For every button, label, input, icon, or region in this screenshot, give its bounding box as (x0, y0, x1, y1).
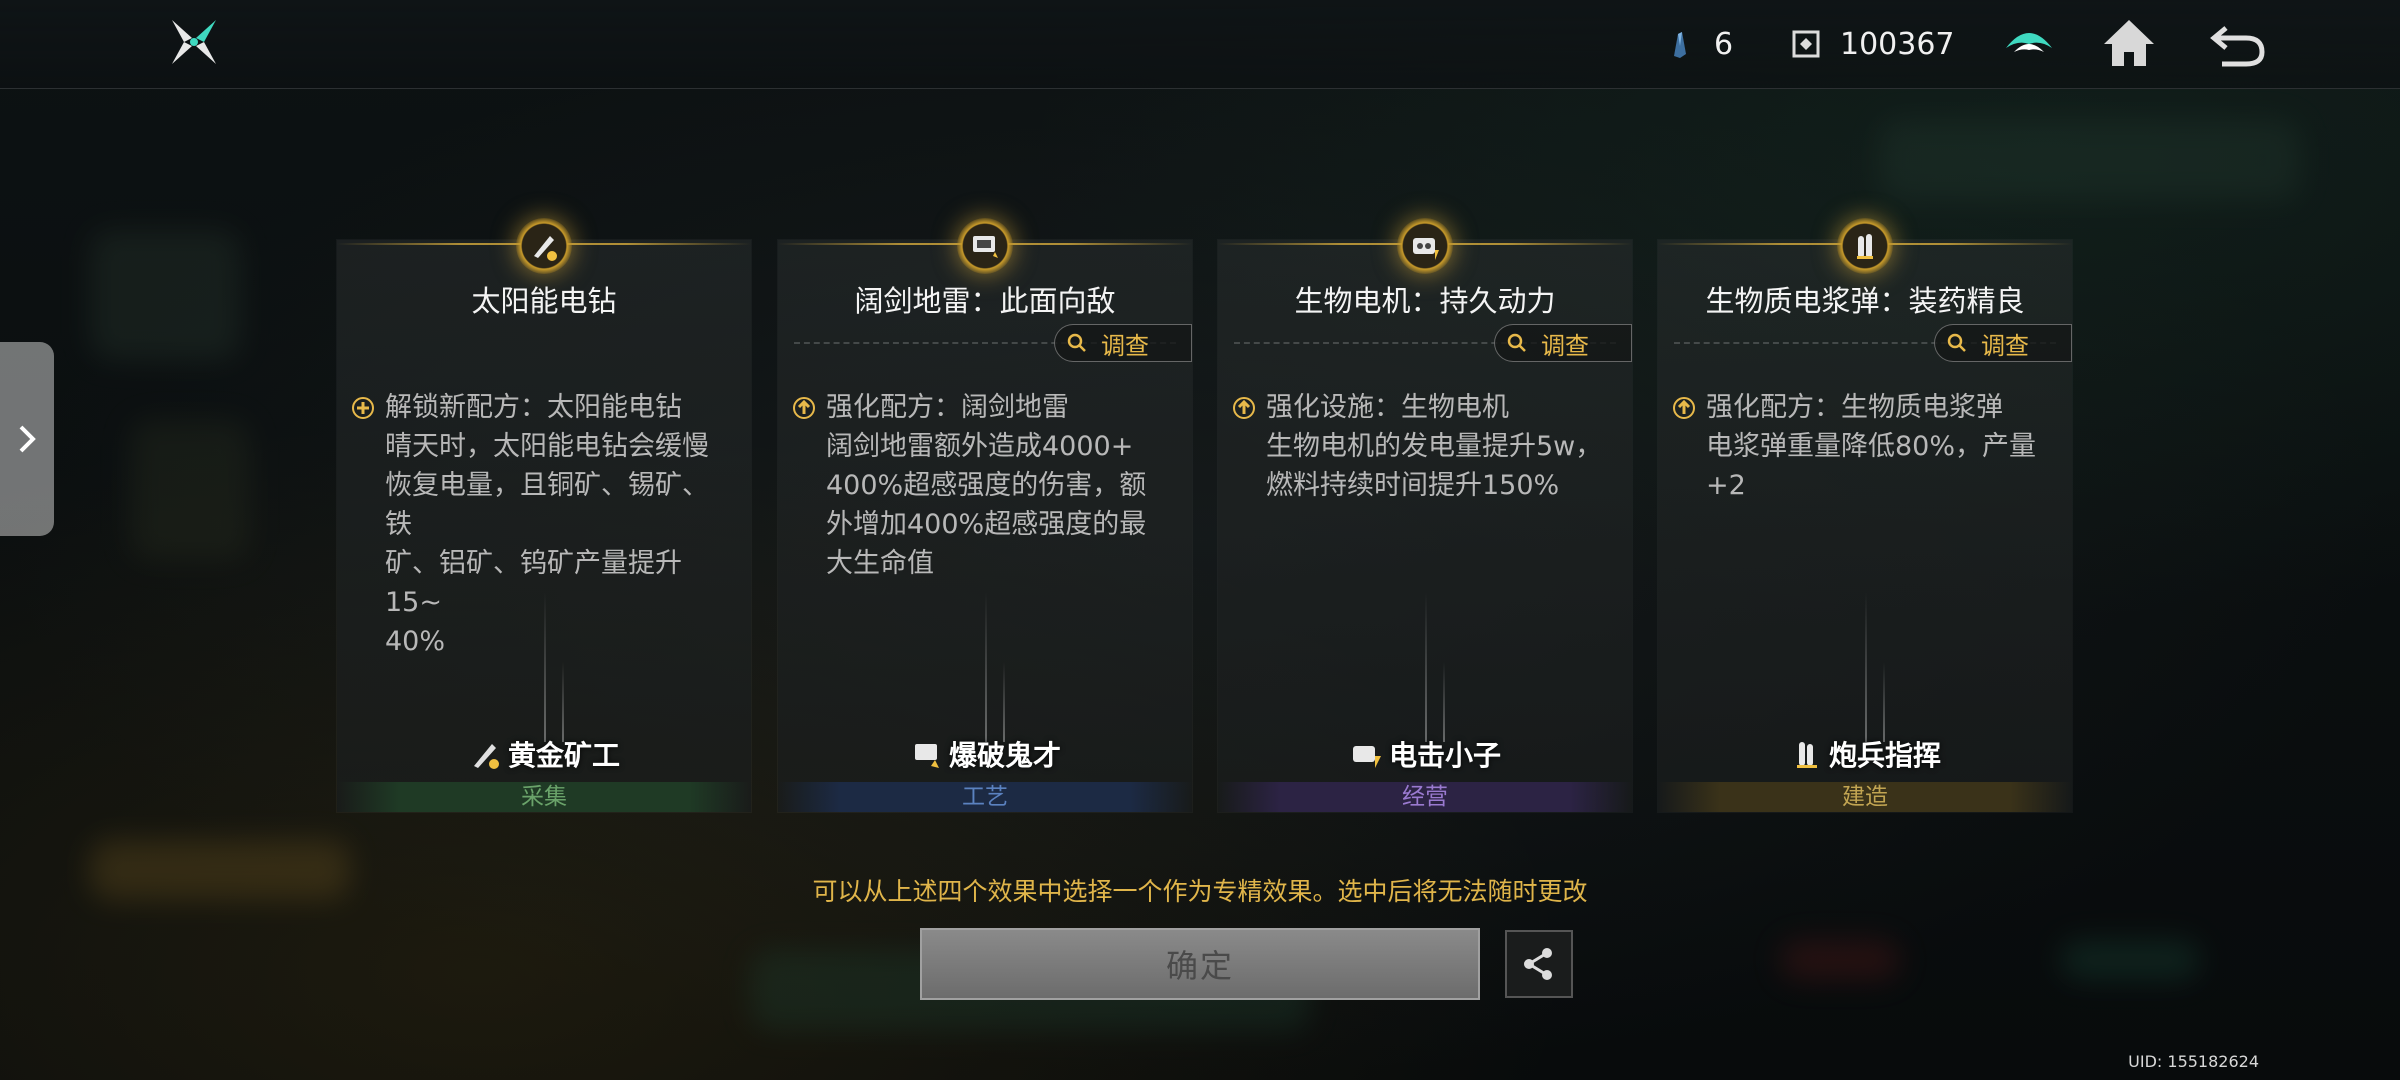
upgrade-arrow-icon (1233, 397, 1255, 419)
category-tag: 工艺 (778, 782, 1192, 812)
card-badge (957, 218, 1013, 274)
selection-notice: 可以从上述四个效果中选择一个作为专精效果。选中后将无法随时更改 (812, 877, 1588, 906)
card-effect: 解锁新配方：太阳能电钻 晴天时，太阳能电钻会缓慢 恢复电量，且铜矿、锡矿、铁 矿… (351, 388, 735, 661)
effect-card-2[interactable]: 阔剑地雷：此面向敌 调查 强化配方：阔剑地雷 阔剑地雷额外造成4000+ 400… (778, 218, 1192, 812)
hero-name: 爆破鬼才 (948, 739, 1061, 772)
confirm-button[interactable]: 确定 (920, 928, 1480, 1000)
resource-chip-value: 100367 (1840, 26, 1955, 62)
resource-crystal[interactable]: 6 (1664, 22, 1733, 66)
probe-label: 调查 (1541, 331, 1589, 360)
bio-generator-icon (1413, 238, 1439, 260)
category-tag: 建造 (1658, 782, 2072, 812)
hero-name: 黄金矿工 (507, 739, 620, 772)
hero-name: 电击小子 (1388, 739, 1501, 772)
light-beam (1883, 662, 1885, 742)
probe-button[interactable]: 调查 (1494, 324, 1632, 362)
light-beam (1865, 592, 1867, 742)
hero-label: 黄金矿工 (337, 734, 751, 774)
light-beam (562, 662, 564, 742)
search-icon (1507, 333, 1526, 352)
light-beam (1443, 662, 1445, 742)
share-button[interactable] (1505, 930, 1573, 998)
top-bar: 6 100367 (0, 0, 2400, 89)
card-badge (1397, 218, 1453, 274)
user-id: UID: 155182624 (2128, 1052, 2259, 1071)
gear-chip-icon (1792, 30, 1820, 58)
hero-label: 炮兵指挥 (1658, 734, 2072, 774)
effect-card-3[interactable]: 生物电机：持久动力 调查 强化设施：生物电机 生物电机的发电量提升5w， 燃料持… (1218, 218, 1632, 812)
hero-name: 炮兵指挥 (1828, 739, 1941, 772)
gold-miner-icon (473, 744, 499, 769)
probe-label: 调查 (1981, 331, 2029, 360)
light-beam (985, 592, 987, 742)
card-badge (1837, 218, 1893, 274)
light-beam (544, 592, 546, 742)
unlock-plus-icon (352, 397, 374, 419)
upgrade-arrow-icon (1673, 397, 1695, 419)
light-beam (1003, 662, 1005, 742)
card-effect-text: 强化设施：生物电机 生物电机的发电量提升5w， 燃料持续时间提升150% (1266, 392, 1603, 501)
hero-label: 爆破鬼才 (778, 734, 1192, 774)
probe-button[interactable]: 调查 (1054, 324, 1192, 362)
demolition-expert-icon (914, 744, 939, 768)
effect-card-4[interactable]: 生物质电浆弹：装药精良 调查 强化配方：生物质电浆弹 电浆弹重量降低80%，产量… (1658, 218, 2072, 812)
share-icon (1524, 948, 1552, 980)
resource-chip[interactable]: 100367 (1790, 22, 1955, 66)
shock-kid-icon (1352, 746, 1381, 768)
card-title: 阔剑地雷：此面向敌 (854, 284, 1116, 318)
crystal-icon (1674, 32, 1686, 58)
back-icon[interactable] (2208, 14, 2266, 72)
card-effect-text: 强化配方：生物质电浆弹 电浆弹重量降低80%，产量 +2 (1706, 392, 2037, 501)
leaderboard-icon[interactable] (2000, 14, 2058, 72)
claymore-mine-icon (973, 236, 998, 258)
category-tag: 经营 (1218, 782, 1632, 812)
hero-label: 电击小子 (1218, 734, 1632, 774)
home-icon[interactable] (2100, 14, 2158, 72)
solar-drill-icon (534, 236, 557, 261)
card-effect: 强化配方：阔剑地雷 阔剑地雷额外造成4000+ 400%超感强度的伤害，额 外增… (792, 388, 1176, 583)
card-effect-text: 解锁新配方：太阳能电钻 晴天时，太阳能电钻会缓慢 恢复电量，且铜矿、锡矿、铁 矿… (385, 392, 709, 657)
search-icon (1947, 333, 1966, 352)
probe-button[interactable]: 调查 (1934, 324, 2072, 362)
card-effect: 强化设施：生物电机 生物电机的发电量提升5w， 燃料持续时间提升150% (1232, 388, 1616, 505)
plasma-shell-icon (1857, 234, 1873, 259)
logo-icon (172, 20, 216, 64)
card-title: 生物电机：持久动力 (1294, 284, 1556, 318)
artillery-commander-icon (1796, 742, 1817, 768)
category-tag: 采集 (337, 782, 751, 812)
card-title: 太阳能电钻 (471, 284, 617, 318)
upgrade-arrow-icon (793, 397, 815, 419)
light-beam (1425, 592, 1427, 742)
card-effect-text: 强化配方：阔剑地雷 阔剑地雷额外造成4000+ 400%超感强度的伤害，额 外增… (826, 392, 1147, 579)
probe-label: 调查 (1101, 331, 1149, 360)
resource-crystal-value: 6 (1714, 26, 1734, 62)
card-title: 生物质电浆弹：装药精良 (1705, 284, 2025, 318)
card-effect: 强化配方：生物质电浆弹 电浆弹重量降低80%，产量 +2 (1672, 388, 2056, 505)
search-icon (1067, 333, 1086, 352)
chevron-right-icon (19, 425, 36, 453)
card-badge (516, 218, 572, 274)
side-expand-button[interactable] (0, 342, 54, 536)
effect-card-1[interactable]: 太阳能电钻 解锁新配方：太阳能电钻 晴天时，太阳能电钻会缓慢 恢复电量，且铜矿、… (337, 218, 751, 812)
